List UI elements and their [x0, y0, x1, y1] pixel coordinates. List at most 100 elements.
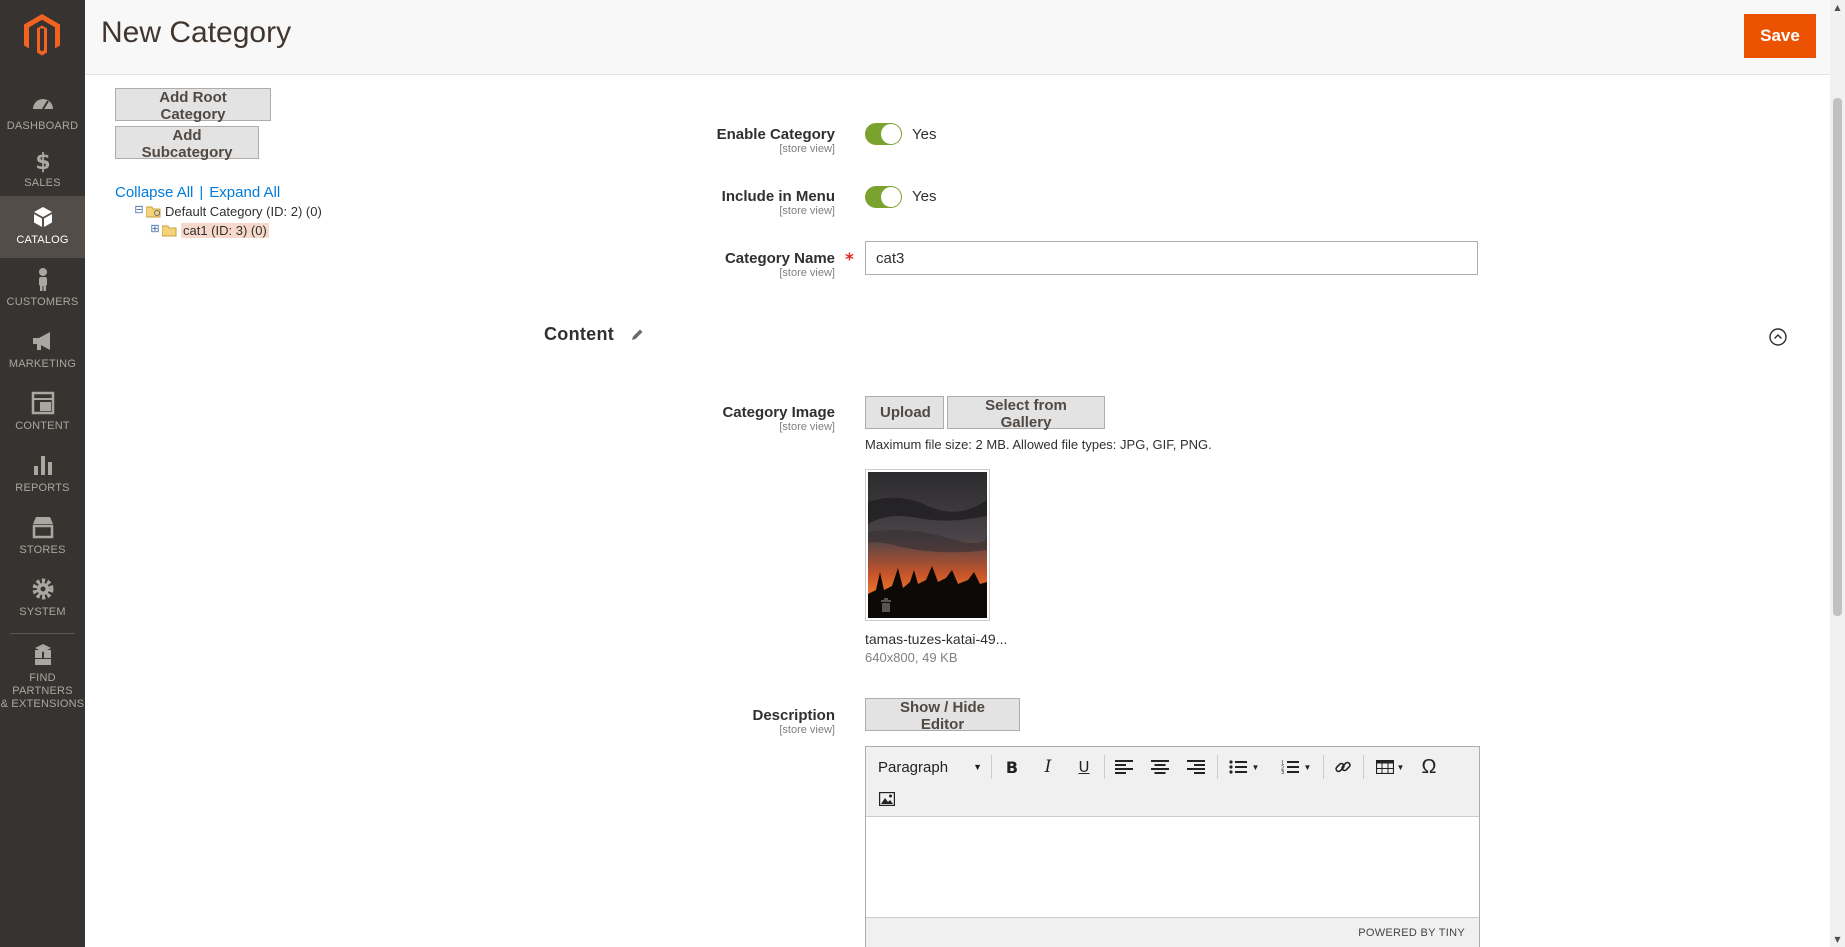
insert-link-button[interactable]	[1330, 754, 1356, 780]
bold-button[interactable]: B	[999, 754, 1025, 780]
scope-label: [store view]	[779, 421, 835, 433]
add-subcategory-button[interactable]: Add Subcategory	[115, 126, 259, 161]
image-preview[interactable]	[865, 469, 990, 621]
underline-button[interactable]: U	[1071, 754, 1097, 780]
align-left-icon	[1115, 760, 1133, 774]
table-icon	[1375, 760, 1394, 774]
bullet-list-icon	[1228, 760, 1247, 774]
include-in-menu-label-text: Include in Menu	[721, 188, 835, 205]
numbered-list-button[interactable]: 123 ▼	[1276, 754, 1316, 780]
nav-catalog-label: CATALOG	[16, 234, 69, 246]
toggle-knob	[881, 124, 901, 144]
content-section-title[interactable]: Content	[544, 324, 614, 345]
nav-marketing[interactable]: MARKETING	[0, 320, 85, 382]
upload-button[interactable]: Upload	[865, 396, 944, 429]
save-button[interactable]: Save	[1744, 14, 1816, 58]
description-label: Description [store view]	[752, 707, 835, 736]
include-in-menu-label: Include in Menu [store view]	[722, 188, 835, 217]
scroll-down-arrow-icon[interactable]: ▼	[1833, 935, 1842, 944]
trash-icon[interactable]	[880, 598, 892, 612]
collapse-all-link[interactable]: Collapse All	[115, 184, 193, 201]
page-header: New Category Save	[85, 0, 1830, 75]
dashboard-icon	[32, 99, 53, 110]
page-scrollbar[interactable]: ▲ ▼	[1830, 0, 1845, 947]
tree-controls: Collapse All | Expand All	[115, 184, 280, 201]
nav-system[interactable]: SYSTEM	[0, 568, 85, 630]
align-right-button[interactable]	[1183, 754, 1209, 780]
gear-icon	[32, 578, 53, 600]
align-right-icon	[1187, 760, 1205, 774]
show-hide-editor-button[interactable]: Show / Hide Editor	[865, 698, 1020, 733]
nav-reports[interactable]: REPORTS	[0, 444, 85, 506]
tree-node-default-category[interactable]: ⊟ Default Category (ID: 2) (0)	[134, 204, 322, 219]
scope-label: [store view]	[779, 143, 835, 155]
include-in-menu-toggle[interactable]	[865, 186, 902, 208]
nav-catalog[interactable]: CATALOG	[0, 196, 85, 258]
toolbar-separator	[1323, 755, 1324, 779]
collapse-section-icon[interactable]	[1769, 328, 1787, 346]
dropdown-caret-icon: ▼	[1251, 762, 1260, 772]
scope-label: [store view]	[779, 724, 835, 736]
toolbar-separator	[1104, 755, 1105, 779]
toolbar-separator	[991, 755, 992, 779]
tree-collapse-toggle-icon[interactable]: ⊟	[134, 205, 144, 216]
category-name-label-text: Category Name	[724, 250, 835, 267]
scroll-thumb[interactable]	[1833, 98, 1842, 616]
enable-category-toggle[interactable]	[865, 123, 902, 145]
nav-find-partners[interactable]: FIND PARTNERS & EXTENSIONS	[0, 634, 85, 710]
bullet-list-button[interactable]: ▼	[1224, 754, 1264, 780]
nav-customers-label: CUSTOMERS	[6, 296, 79, 308]
required-asterisk: *	[845, 250, 854, 270]
include-in-menu-value: Yes	[912, 188, 937, 205]
nav-stores[interactable]: STORES	[0, 506, 85, 568]
format-select[interactable]: Paragraph ▼	[874, 754, 986, 780]
italic-button[interactable]: I	[1035, 754, 1061, 780]
nav-marketing-label: MARKETING	[8, 358, 77, 370]
image-icon	[879, 792, 895, 806]
nav-content[interactable]: CONTENT	[0, 382, 85, 444]
category-image-label-text: Category Image	[722, 404, 835, 421]
category-name-input[interactable]	[865, 241, 1478, 275]
enable-category-value: Yes	[912, 126, 937, 143]
tree-node-cat1[interactable]: ⊞ cat1 (ID: 3) (0)	[150, 223, 269, 238]
align-left-button[interactable]	[1111, 754, 1137, 780]
image-file-name: tamas-tuzes-katai-49...	[865, 631, 1008, 647]
category-name-label: Category Name [store view]	[725, 250, 835, 279]
nav-customers[interactable]: CUSTOMERS	[0, 258, 85, 320]
nav-content-label: CONTENT	[15, 420, 70, 432]
expand-all-link[interactable]: Expand All	[209, 184, 280, 201]
scope-label: [store view]	[779, 205, 835, 217]
dropdown-caret-icon: ▼	[1303, 762, 1312, 772]
person-icon	[38, 268, 47, 291]
tree-node-label: Default Category (ID: 2) (0)	[165, 204, 322, 219]
editor-content-area[interactable]	[866, 817, 1479, 917]
nav-dashboard[interactable]: DASHBOARD	[0, 82, 85, 144]
bar-chart-icon	[33, 456, 52, 475]
magento-logo[interactable]	[24, 14, 60, 56]
tree-link-separator: |	[199, 184, 204, 201]
nav-sales-label: SALES	[24, 177, 61, 189]
enable-category-label: Enable Category [store view]	[717, 126, 835, 155]
scroll-up-arrow-icon[interactable]: ▲	[1833, 3, 1842, 12]
select-from-gallery-button[interactable]: Select from Gallery	[947, 396, 1105, 431]
special-character-button[interactable]: Ω	[1416, 754, 1442, 780]
table-button[interactable]: ▼	[1370, 754, 1410, 780]
dropdown-caret-icon: ▼	[1396, 762, 1405, 772]
tree-expand-toggle-icon[interactable]: ⊞	[150, 224, 160, 235]
insert-image-button[interactable]	[874, 786, 900, 812]
powered-by-tiny[interactable]: POWERED BY TINY	[1358, 927, 1465, 939]
align-center-button[interactable]	[1147, 754, 1173, 780]
align-center-icon	[1151, 760, 1169, 774]
nav-sales[interactable]: $ SALES	[0, 139, 85, 201]
category-image-label: Category Image [store view]	[722, 404, 835, 433]
link-icon	[1335, 761, 1351, 773]
add-root-category-button[interactable]: Add Root Category	[115, 88, 271, 123]
page-title: New Category	[101, 16, 292, 49]
enable-category-label-text: Enable Category	[716, 126, 835, 143]
svg-text:$: $	[35, 150, 50, 173]
dropdown-caret-icon: ▼	[973, 762, 982, 772]
format-select-value: Paragraph	[878, 758, 949, 776]
numbered-list-icon: 123	[1281, 761, 1299, 774]
scope-label: [store view]	[779, 267, 835, 279]
tree-node-label-selected: cat1 (ID: 3) (0)	[181, 223, 269, 238]
